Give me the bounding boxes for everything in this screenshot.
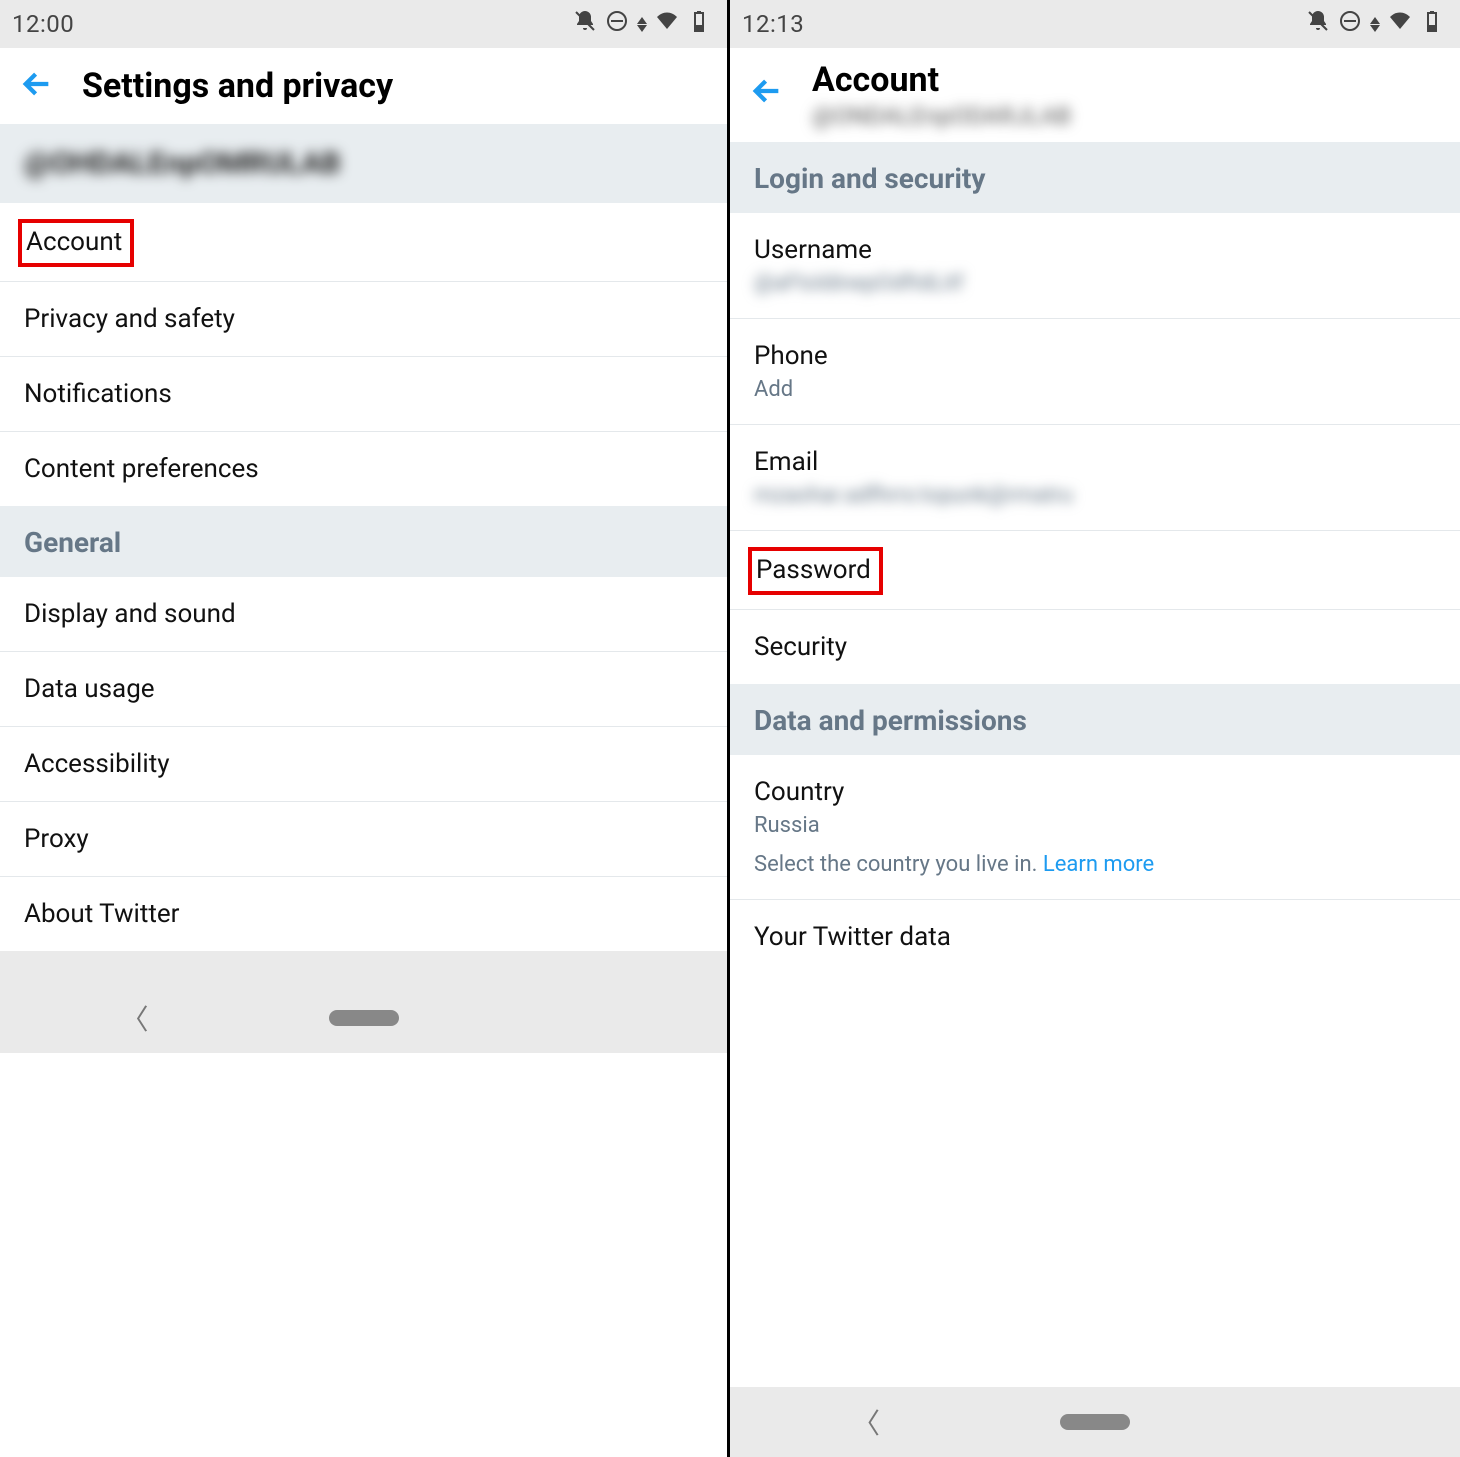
wifi-icon xyxy=(1388,9,1412,39)
country-learn-more-link[interactable]: Learn more xyxy=(1043,852,1154,877)
highlight-password: Password xyxy=(748,547,883,595)
settings-item-notifications[interactable]: Notifications xyxy=(0,357,727,432)
account-item-username[interactable]: Username @aFtoldinepOdftdLitf xyxy=(730,213,1460,319)
screen-account: 12:13 Account @ONDALEnpODARJLAB Login an… xyxy=(730,0,1460,1457)
phone-label: Phone xyxy=(754,341,1436,371)
account-item-country[interactable]: Country Russia Select the country you li… xyxy=(730,755,1460,900)
account-item-security[interactable]: Security xyxy=(730,610,1460,684)
settings-item-accessibility[interactable]: Accessibility xyxy=(0,727,727,802)
status-time: 12:13 xyxy=(742,10,804,38)
username-label: Username xyxy=(754,235,1436,265)
app-header: Settings and privacy xyxy=(0,48,727,124)
email-value: mzaohar.adfhrrs:topunk@rmatru xyxy=(754,483,1436,508)
page-subtitle-username: @ONDALEnpODARJLAB xyxy=(812,102,1071,130)
app-header: Account @ONDALEnpODARJLAB xyxy=(730,48,1460,142)
country-label: Country xyxy=(754,777,1436,807)
page-title: Settings and privacy xyxy=(82,66,393,106)
no-entry-icon xyxy=(1338,9,1362,39)
data-arrows-icon xyxy=(1370,17,1380,32)
bottom-strip xyxy=(0,951,727,983)
account-item-password[interactable]: Password xyxy=(730,531,1460,610)
settings-item-display-sound[interactable]: Display and sound xyxy=(0,577,727,652)
system-nav-bar: 〈 xyxy=(0,983,727,1053)
page-title: Account xyxy=(812,60,1071,100)
status-icons xyxy=(573,9,711,39)
dnd-icon xyxy=(573,9,597,39)
section-header-login-security: Login and security xyxy=(730,142,1460,213)
battery-icon xyxy=(687,9,711,39)
current-user-handle: @OHDALEnpOMRULAB xyxy=(0,124,727,203)
phone-value: Add xyxy=(754,377,1436,402)
nav-home-pill[interactable] xyxy=(329,1010,399,1026)
country-value: Russia xyxy=(754,813,1436,838)
settings-item-data-usage[interactable]: Data usage xyxy=(0,652,727,727)
settings-item-account[interactable]: Account xyxy=(0,203,727,282)
screen-settings-privacy: 12:00 Settings and privacy @OHDALEnpOMRU… xyxy=(0,0,730,1457)
settings-item-privacy-safety[interactable]: Privacy and safety xyxy=(0,282,727,357)
back-arrow-icon[interactable] xyxy=(20,67,54,105)
highlight-account: Account xyxy=(18,219,134,267)
back-arrow-icon[interactable] xyxy=(750,74,784,112)
wifi-icon xyxy=(655,9,679,39)
status-bar: 12:13 xyxy=(730,0,1460,48)
settings-item-content-preferences[interactable]: Content preferences xyxy=(0,432,727,506)
username-value: @aFtoldinepOdftdLitf xyxy=(754,271,1436,296)
account-item-your-twitter-data[interactable]: Your Twitter data xyxy=(730,900,1460,974)
status-time: 12:00 xyxy=(12,10,74,38)
account-item-email[interactable]: Email mzaohar.adfhrrs:topunk@rmatru xyxy=(730,425,1460,531)
email-label: Email xyxy=(754,447,1436,477)
system-nav-bar: 〈 xyxy=(730,1387,1460,1457)
data-arrows-icon xyxy=(637,17,647,32)
settings-item-proxy[interactable]: Proxy xyxy=(0,802,727,877)
status-icons xyxy=(1306,9,1444,39)
battery-icon xyxy=(1420,9,1444,39)
nav-home-pill[interactable] xyxy=(1060,1414,1130,1430)
settings-item-about-twitter[interactable]: About Twitter xyxy=(0,877,727,951)
status-bar: 12:00 xyxy=(0,0,727,48)
country-hint: Select the country you live in. Learn mo… xyxy=(754,852,1436,877)
account-item-phone[interactable]: Phone Add xyxy=(730,319,1460,425)
dnd-icon xyxy=(1306,9,1330,39)
no-entry-icon xyxy=(605,9,629,39)
nav-back-icon[interactable]: 〈 xyxy=(120,998,148,1038)
section-header-data-permissions: Data and permissions xyxy=(730,684,1460,755)
section-header-general: General xyxy=(0,506,727,577)
nav-back-icon[interactable]: 〈 xyxy=(852,1402,880,1442)
